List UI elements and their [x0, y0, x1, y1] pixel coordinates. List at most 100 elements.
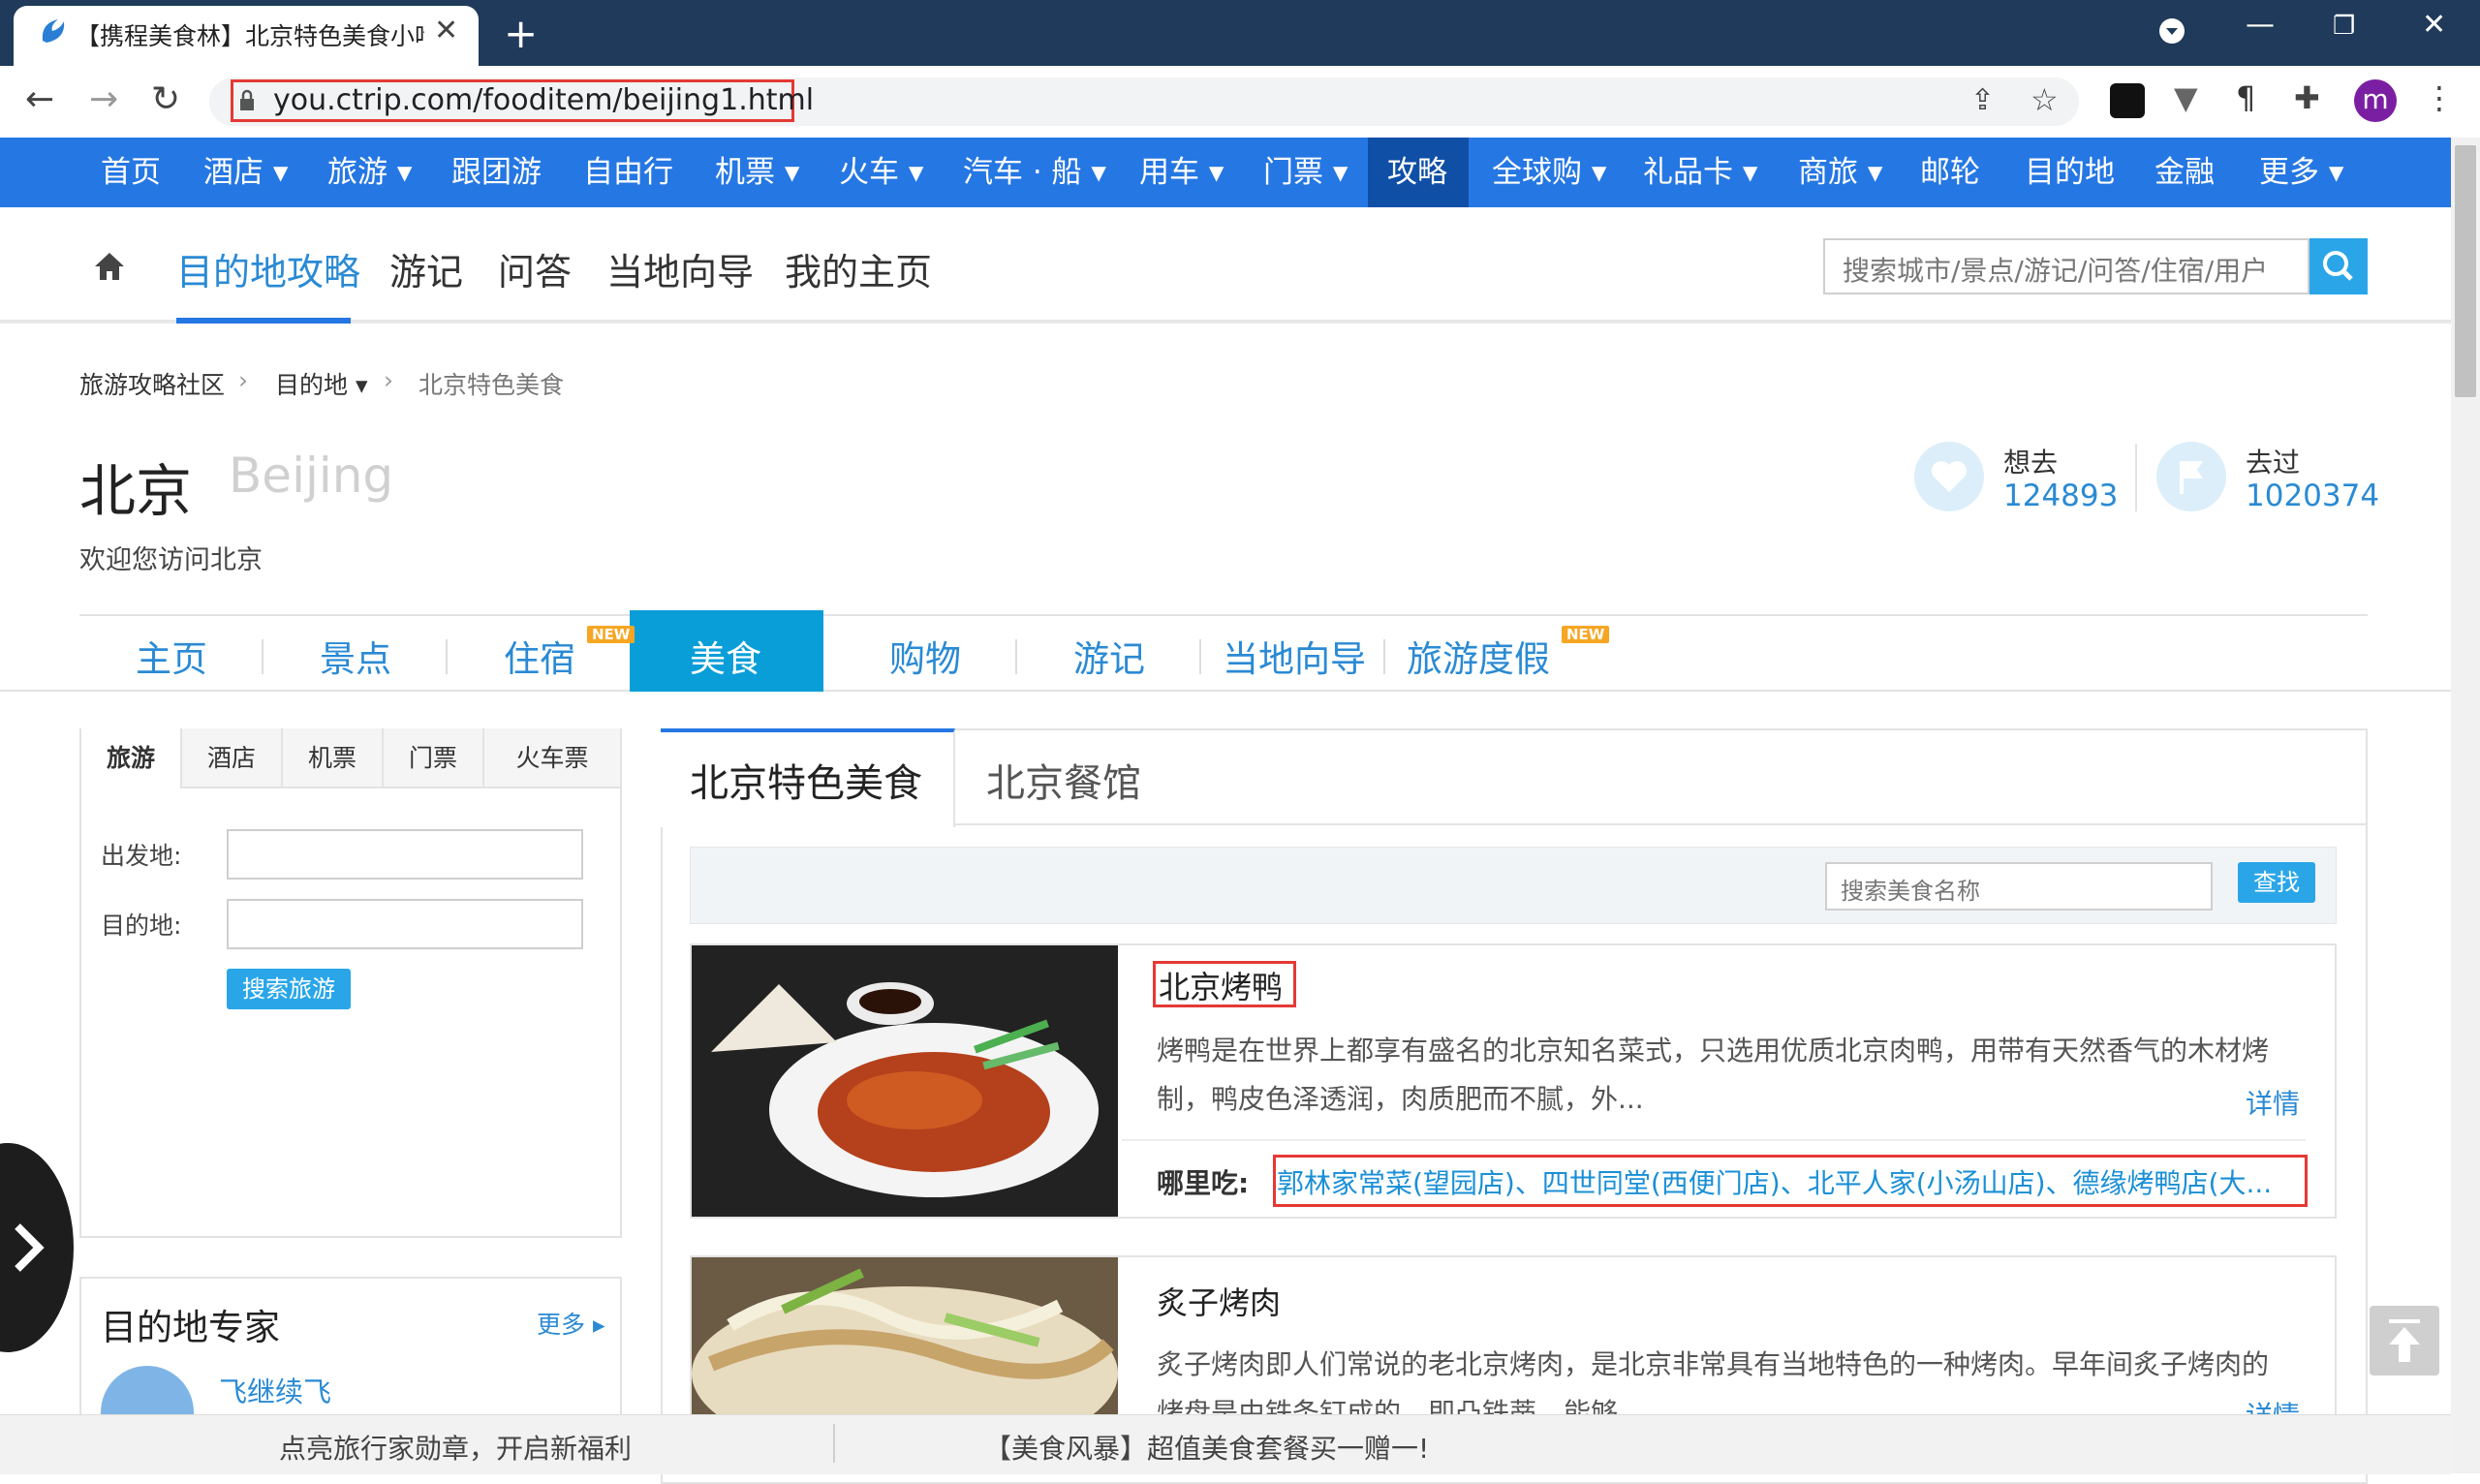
city-tab-travelogues[interactable]: 游记	[1073, 630, 1145, 682]
secnav-destination-guides[interactable]: 目的地攻略	[176, 242, 360, 295]
left-tab-flights[interactable]: 机票	[283, 728, 384, 788]
topnav-train[interactable]: 火车 ▾	[839, 138, 923, 207]
main-tab-specialties[interactable]: 北京特色美食	[690, 752, 922, 808]
topnav-car[interactable]: 用车 ▾	[1139, 138, 1224, 207]
topnav-guides[interactable]: 攻略	[1387, 138, 1447, 207]
extension-v-icon[interactable]: ▼	[2174, 79, 2198, 116]
home-icon[interactable]	[93, 250, 126, 283]
extension-tampermonkey-icon[interactable]	[2110, 83, 2145, 118]
food-detail-link[interactable]: 详情	[2246, 1083, 2300, 1122]
been-there-count: 1020374	[2246, 479, 2380, 513]
topnav-business[interactable]: 商旅 ▾	[1798, 138, 1882, 207]
experts-more-link[interactable]: 更多 ▸	[537, 1306, 605, 1341]
new-badge: NEW	[1562, 626, 1610, 643]
topnav-group-tour[interactable]: 跟团游	[451, 138, 542, 207]
topnav-tickets[interactable]: 门票 ▾	[1263, 138, 1348, 207]
secnav-local-guide[interactable]: 当地向导	[606, 242, 754, 295]
breadcrumb-destination[interactable]: 目的地 ▾	[275, 366, 368, 401]
where-to-eat-list[interactable]: 郭林家常菜(望园店)、四世同堂(西便门店)、北平人家(小汤山店)、德缘烤鸭店(大…	[1277, 1162, 2304, 1201]
city-tab-shopping[interactable]: 购物	[889, 630, 961, 682]
tab-separator	[1199, 639, 1201, 674]
tab-search-icon[interactable]	[2158, 17, 2186, 45]
city-tab-food[interactable]: 美食	[690, 630, 761, 682]
minimize-icon[interactable]: —	[2246, 8, 2275, 42]
expert-name[interactable]: 飞继续飞	[219, 1370, 331, 1410]
topnav-finance[interactable]: 金融	[2154, 138, 2215, 207]
back-to-top-button[interactable]	[2370, 1306, 2439, 1376]
from-label: 出发地:	[101, 842, 182, 870]
browser-menu-icon[interactable]: ⋮	[2424, 79, 2455, 116]
to-input[interactable]	[227, 899, 583, 949]
city-tab-home[interactable]: 主页	[136, 630, 207, 682]
welcome-text: 欢迎您访问北京	[79, 545, 263, 575]
breadcrumb-chevron-icon: ›	[384, 366, 393, 394]
been-there-button[interactable]	[2156, 442, 2226, 511]
zhizi-bbq-photo[interactable]	[692, 1257, 1118, 1414]
reload-icon[interactable]: ↻	[151, 79, 180, 119]
scrollbar-thumb[interactable]	[2455, 145, 2476, 397]
ctrip-favicon-icon	[42, 19, 65, 43]
site-search-placeholder: 搜索城市/景点/游记/问答/住宿/用户	[1843, 255, 2269, 287]
share-icon[interactable]: ⇪	[1970, 83, 1995, 117]
secnav-travelogues[interactable]: 游记	[389, 242, 463, 295]
topnav-global-shop[interactable]: 全球购 ▾	[1492, 138, 1606, 207]
extensions-puzzle-icon[interactable]: ✚	[2294, 79, 2320, 116]
bottom-promo-food[interactable]: 【美食风暴】超值美食套餐买一赠一!	[984, 1428, 1429, 1467]
food-find-button[interactable]: 查找	[2238, 862, 2315, 903]
topnav-gift-card[interactable]: 礼品卡 ▾	[1643, 138, 1757, 207]
flag-icon	[2180, 461, 2203, 494]
peking-duck-photo[interactable]	[692, 945, 1118, 1217]
left-tab-hotel[interactable]: 酒店	[182, 728, 283, 788]
topnav-home[interactable]: 首页	[101, 138, 161, 207]
left-tab-train[interactable]: 火车票	[484, 728, 620, 788]
topnav-free-travel[interactable]: 自由行	[583, 138, 673, 207]
food-title[interactable]: 北京烤鸭	[1159, 963, 1283, 1007]
chevron-right-icon	[15, 1223, 45, 1272]
extension-pilcrow-icon[interactable]: ¶	[2236, 79, 2255, 116]
topnav-cruise[interactable]: 邮轮	[1920, 138, 1980, 207]
profile-avatar[interactable]: m	[2354, 79, 2397, 122]
want-to-go-button[interactable]	[1914, 442, 1984, 511]
topnav-flights[interactable]: 机票 ▾	[715, 138, 799, 207]
top-nav-items: 首页 酒店 ▾ 旅游 ▾ 跟团游 自由行 机票 ▾ 火车 ▾ 汽车 · 船 ▾ …	[0, 138, 2451, 207]
city-tab-sights[interactable]: 景点	[320, 630, 391, 682]
new-tab-icon[interactable]: +	[504, 10, 538, 57]
window-close-icon[interactable]: ✕	[2422, 8, 2446, 42]
restore-icon[interactable]: ❐	[2333, 12, 2355, 41]
url-text[interactable]: you.ctrip.com/fooditem/beijing1.html	[273, 83, 814, 117]
food-description: 炙子烤肉即人们常说的老北京烤肉，是北京非常具有当地特色的一种烤肉。早年间炙子烤肉…	[1157, 1348, 2270, 1414]
tab-separator	[446, 639, 448, 674]
search-travel-button[interactable]: 搜索旅游	[227, 969, 351, 1009]
secnav-qa[interactable]: 问答	[498, 242, 572, 295]
breadcrumb-community[interactable]: 旅游攻略社区	[79, 366, 225, 401]
card-divider	[1122, 1139, 2306, 1141]
back-icon[interactable]: ←	[25, 79, 54, 119]
topnav-more[interactable]: 更多 ▾	[2259, 138, 2343, 207]
breadcrumb-chevron-icon: ›	[238, 366, 248, 394]
city-tabs-top-rule	[79, 614, 2368, 616]
food-title[interactable]: 炙子烤肉	[1157, 1279, 1281, 1323]
side-expand-button[interactable]	[0, 1143, 74, 1352]
city-tab-vacation[interactable]: 旅游度假	[1407, 630, 1550, 682]
main-tab-restaurants[interactable]: 北京餐馆	[986, 752, 1141, 808]
secnav-my-page[interactable]: 我的主页	[785, 242, 932, 295]
site-search-button[interactable]	[2310, 238, 2368, 294]
bottom-promo-medal[interactable]: 点亮旅行家勋章，开启新福利	[279, 1428, 632, 1467]
bookmark-star-icon[interactable]: ☆	[2030, 81, 2059, 118]
city-title: 北京	[79, 458, 193, 524]
city-tab-local-guide[interactable]: 当地向导	[1223, 630, 1366, 682]
food-search-placeholder: 搜索美食名称	[1841, 878, 1980, 905]
topnav-bus-ship[interactable]: 汽车 · 船 ▾	[963, 138, 1106, 207]
city-tab-hotels[interactable]: 住宿	[504, 630, 575, 682]
from-input[interactable]	[227, 829, 583, 880]
left-tab-travel[interactable]: 旅游	[81, 728, 182, 788]
forward-icon[interactable]: →	[89, 79, 118, 119]
new-badge: NEW	[587, 626, 636, 643]
want-to-go-label: 想去	[2003, 447, 2059, 479]
topnav-destinations[interactable]: 目的地	[2025, 138, 2115, 207]
topnav-hotel[interactable]: 酒店 ▾	[203, 138, 288, 207]
left-tab-tickets[interactable]: 门票	[384, 728, 484, 788]
tab-close-icon[interactable]: ✕	[434, 14, 458, 47]
stat-divider	[2135, 444, 2137, 511]
topnav-travel[interactable]: 旅游 ▾	[327, 138, 412, 207]
